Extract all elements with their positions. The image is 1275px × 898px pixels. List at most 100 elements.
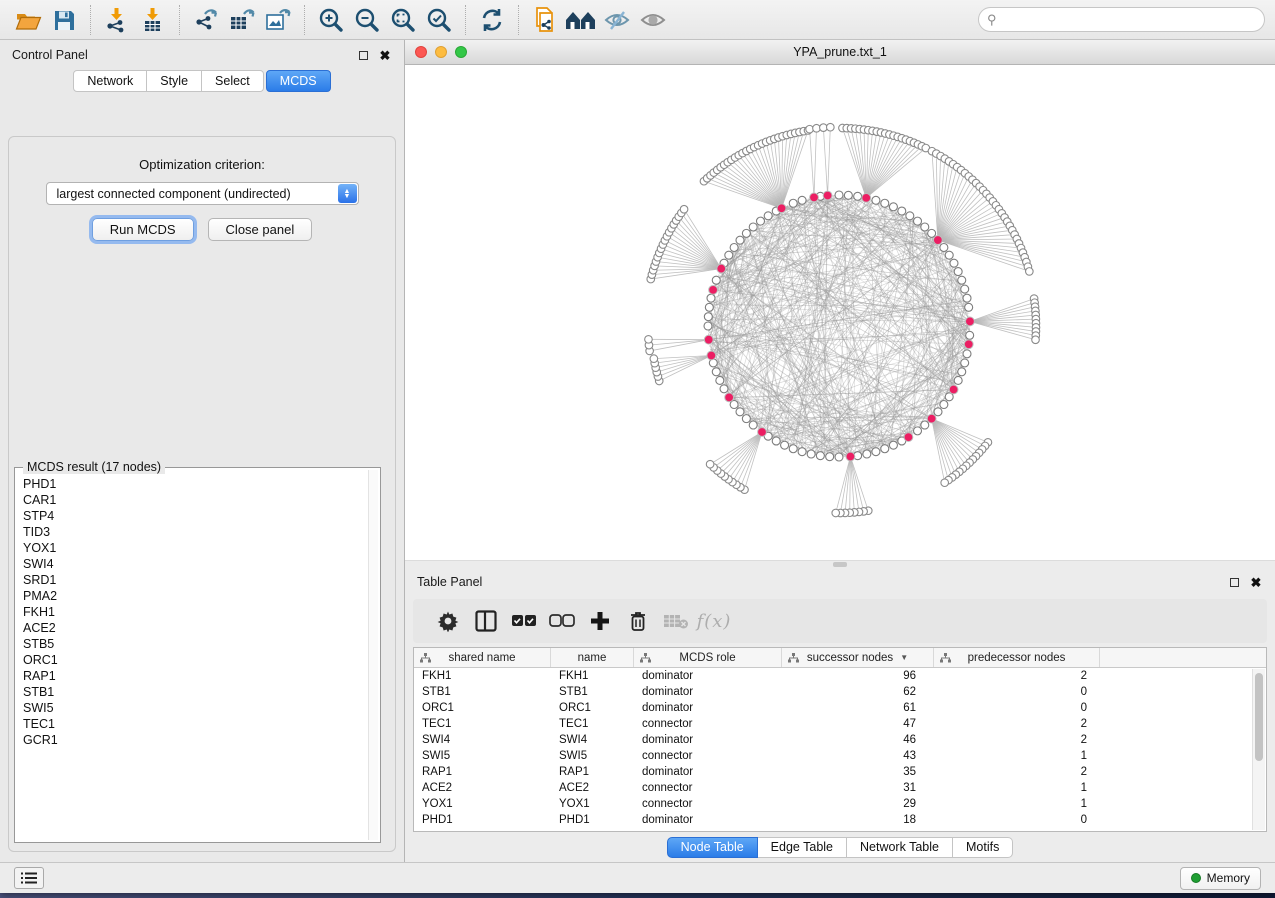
mcds-result-item[interactable]: CAR1 xyxy=(23,492,367,508)
close-panel-button[interactable]: Close panel xyxy=(208,218,313,241)
table-row[interactable]: SWI4SWI4dominator462 xyxy=(414,732,1266,748)
column-header-predecessor-nodes[interactable]: predecessor nodes xyxy=(934,648,1100,667)
table-row[interactable]: YOX1YOX1connector291 xyxy=(414,796,1266,812)
refresh-view-button[interactable] xyxy=(474,4,510,36)
table-row[interactable]: SWI5SWI5connector431 xyxy=(414,748,1266,764)
tab-edge-table[interactable]: Edge Table xyxy=(758,837,847,858)
network-window-titlebar[interactable]: YPA_prune.txt_1 xyxy=(405,40,1275,65)
table-row[interactable]: FKH1FKH1dominator962 xyxy=(414,668,1266,684)
mcds-result-item[interactable]: SWI4 xyxy=(23,556,367,572)
table-row[interactable]: ORC1ORC1dominator610 xyxy=(414,700,1266,716)
mcds-result-item[interactable]: ACE2 xyxy=(23,620,367,636)
mcds-result-item[interactable]: STP4 xyxy=(23,508,367,524)
sort-chevron-icon[interactable]: ▼ xyxy=(900,653,908,662)
table-cell: dominator xyxy=(634,686,782,698)
apply-function-button[interactable]: f(x) xyxy=(695,604,733,638)
mcds-result-item[interactable]: FKH1 xyxy=(23,604,367,620)
table-row[interactable]: RAP1RAP1dominator352 xyxy=(414,764,1266,780)
table-row[interactable]: TEC1TEC1connector472 xyxy=(414,716,1266,732)
optimization-criterion-select[interactable]: largest connected component (undirected)… xyxy=(46,182,359,205)
column-header-successor-nodes[interactable]: successor nodes▼ xyxy=(782,648,934,667)
tab-style[interactable]: Style xyxy=(147,70,202,92)
table-cell: connector xyxy=(634,718,782,730)
export-image-button[interactable] xyxy=(260,4,296,36)
task-history-button[interactable] xyxy=(14,867,44,889)
run-mcds-button[interactable]: Run MCDS xyxy=(92,218,194,241)
zoom-selected-button[interactable] xyxy=(421,4,457,36)
toolbar-separator xyxy=(518,5,519,35)
table-scrollbar-thumb[interactable] xyxy=(1255,673,1263,761)
column-header-MCDS-role[interactable]: MCDS role xyxy=(634,648,782,667)
delete-column-button[interactable] xyxy=(619,604,657,638)
column-header-shared-name[interactable]: shared name xyxy=(414,648,551,667)
mcds-result-item[interactable]: PMA2 xyxy=(23,588,367,604)
import-network-button[interactable] xyxy=(99,4,135,36)
clone-network-button[interactable] xyxy=(527,4,563,36)
table-settings-button[interactable] xyxy=(429,604,467,638)
mcds-result-item[interactable]: STB5 xyxy=(23,636,367,652)
zoom-fit-button[interactable] xyxy=(385,4,421,36)
float-panel-icon[interactable] xyxy=(356,48,370,62)
tab-mcds[interactable]: MCDS xyxy=(266,70,331,92)
column-header-name[interactable]: name xyxy=(551,648,634,667)
column-layout-icon xyxy=(474,609,498,633)
close-table-panel-icon[interactable]: ✖ xyxy=(1249,575,1263,589)
hide-selected-button[interactable] xyxy=(599,4,635,36)
table-cell: TEC1 xyxy=(551,718,634,730)
zoom-out-button[interactable] xyxy=(349,4,385,36)
tab-motifs[interactable]: Motifs xyxy=(953,837,1013,858)
splitter-handle[interactable] xyxy=(833,562,847,567)
table-row[interactable]: ACE2ACE2connector311 xyxy=(414,780,1266,796)
mcds-result-item[interactable]: STB1 xyxy=(23,684,367,700)
table-scrollbar[interactable] xyxy=(1252,669,1265,830)
select-all-rows-button[interactable] xyxy=(505,604,543,638)
search-icon: ⚲ xyxy=(987,13,997,26)
close-panel-icon[interactable]: ✖ xyxy=(378,48,392,62)
table-cell: PHD1 xyxy=(551,814,634,826)
mcds-result-item[interactable]: TEC1 xyxy=(23,716,367,732)
node-table-header: shared namenameMCDS rolesuccessor nodes▼… xyxy=(414,648,1266,668)
tab-network[interactable]: Network xyxy=(73,70,147,92)
table-row[interactable]: STB1STB1dominator620 xyxy=(414,684,1266,700)
add-column-button[interactable] xyxy=(581,604,619,638)
export-network-button[interactable] xyxy=(188,4,224,36)
mcds-result-item[interactable]: GCR1 xyxy=(23,732,367,748)
node-table: shared namenameMCDS rolesuccessor nodes▼… xyxy=(413,647,1267,832)
save-session-button[interactable] xyxy=(46,4,82,36)
list-icon xyxy=(21,872,37,884)
delete-table-button[interactable] xyxy=(657,604,695,638)
mcds-result-item[interactable]: RAP1 xyxy=(23,668,367,684)
mcds-result-scrollbar[interactable] xyxy=(368,470,378,840)
zoom-selected-icon xyxy=(426,7,452,33)
toolbar-separator xyxy=(90,5,91,35)
tab-network-table[interactable]: Network Table xyxy=(847,837,953,858)
open-file-button[interactable] xyxy=(10,4,46,36)
mcds-result-item[interactable]: SWI5 xyxy=(23,700,367,716)
optimization-criterion-label: Optimization criterion: xyxy=(9,157,395,172)
mcds-result-item[interactable]: PHD1 xyxy=(23,476,367,492)
float-table-panel-icon[interactable] xyxy=(1227,575,1241,589)
column-layout-button[interactable] xyxy=(467,604,505,638)
network-canvas[interactable] xyxy=(405,65,1275,560)
horizontal-splitter[interactable] xyxy=(405,560,1275,567)
mcds-result-item[interactable]: ORC1 xyxy=(23,652,367,668)
zoom-in-button[interactable] xyxy=(313,4,349,36)
export-table-button[interactable] xyxy=(224,4,260,36)
table-row[interactable]: PHD1PHD1dominator180 xyxy=(414,812,1266,828)
tab-node-table[interactable]: Node Table xyxy=(667,837,758,858)
search-input[interactable] xyxy=(1002,12,1256,28)
deselect-all-rows-button[interactable] xyxy=(543,604,581,638)
mcds-result-item[interactable]: TID3 xyxy=(23,524,367,540)
table-panel-titlebar: Table Panel ✖ xyxy=(405,567,1275,597)
show-all-button[interactable] xyxy=(635,4,671,36)
tab-select[interactable]: Select xyxy=(202,70,264,92)
first-neighbors-button[interactable] xyxy=(563,4,599,36)
memory-button[interactable]: Memory xyxy=(1180,867,1261,890)
minimize-window-icon[interactable] xyxy=(435,46,447,58)
mcds-result-item[interactable]: SRD1 xyxy=(23,572,367,588)
import-table-button[interactable] xyxy=(135,4,171,36)
search-field[interactable]: ⚲ xyxy=(978,7,1265,32)
maximize-window-icon[interactable] xyxy=(455,46,467,58)
mcds-result-item[interactable]: YOX1 xyxy=(23,540,367,556)
close-window-icon[interactable] xyxy=(415,46,427,58)
